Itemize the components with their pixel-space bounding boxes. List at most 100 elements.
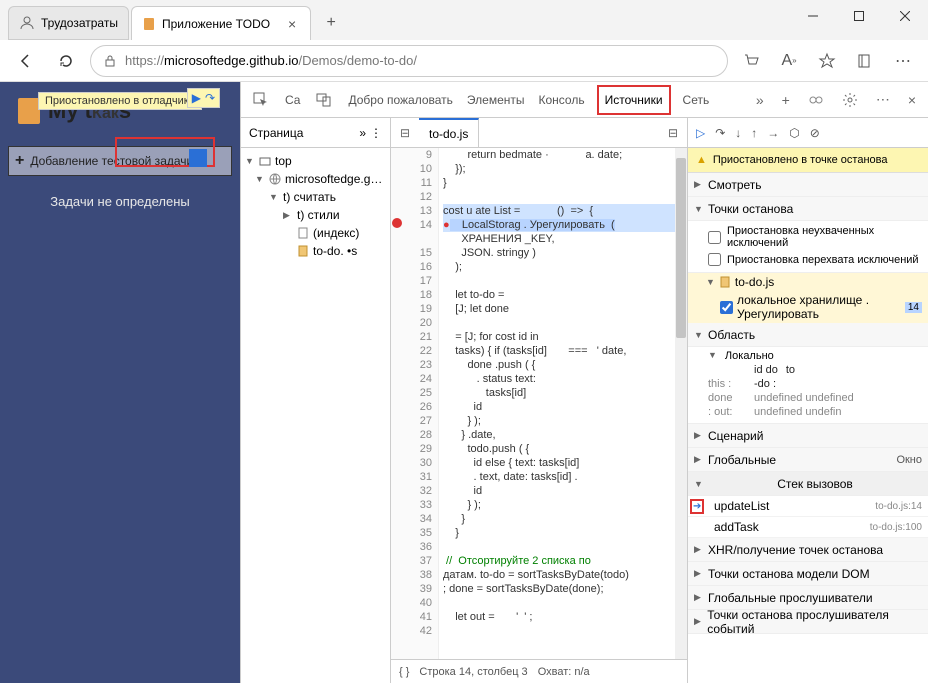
resume-button[interactable]: ▷ (696, 126, 705, 140)
section-scope[interactable]: ▼Область (688, 323, 928, 347)
section-watch[interactable]: ▶Смотреть (688, 173, 928, 197)
devtools-tabs: Са Добро пожаловать Элементы Консоль Ист… (241, 82, 928, 118)
pause-exceptions-icon[interactable]: ⊘ (810, 126, 820, 140)
clipboard-icon (18, 98, 40, 124)
inspect-icon[interactable] (249, 92, 273, 108)
submit-button[interactable] (189, 149, 207, 167)
collections-icon[interactable] (850, 46, 880, 76)
file-tree: ▼top ▼microsoftedge.g… ▼t) считать ▶t) с… (241, 148, 390, 264)
add-tab-icon[interactable]: + (778, 92, 794, 108)
add-task-input[interactable]: + Добавление тестовой задачи 1 (8, 146, 232, 176)
step-icon[interactable]: ↷ (205, 91, 215, 105)
breakpoint-gutter[interactable] (391, 148, 403, 659)
tab-welcome[interactable]: Добро пожаловать (346, 89, 454, 111)
bp-caught-row[interactable]: Приостановка перехвата исключений (708, 251, 922, 268)
minimize-button[interactable] (790, 0, 836, 32)
nav-right-icon[interactable]: ⊟ (659, 126, 687, 140)
issues-icon[interactable] (804, 92, 828, 108)
menu-button[interactable]: ⋯ (888, 46, 918, 76)
code-editor[interactable]: 9101112131415161718192021222324252627282… (391, 148, 687, 659)
tab-elements[interactable]: Элементы (465, 89, 527, 111)
section-script[interactable]: ▶Сценарий (688, 424, 928, 448)
new-tab-button[interactable]: + (317, 9, 345, 37)
section-event-bp[interactable]: ▶Точки останова прослушивателя событий (688, 610, 928, 634)
current-frame-icon: ➔ (690, 499, 704, 514)
warning-icon: ▲ (696, 154, 707, 166)
tree-top[interactable]: ▼top (241, 152, 390, 170)
device-icon[interactable] (312, 92, 336, 108)
chevron-right-icon[interactable]: » (359, 126, 366, 140)
close-button[interactable] (882, 0, 928, 32)
shopping-icon[interactable] (736, 46, 766, 76)
tab-label: Приложение TODO (162, 17, 270, 31)
url-text: https://microsoftedge.github.io/Demos/de… (125, 53, 715, 68)
page-preview: Приостановлено в отладчике ▶ ↷ My tКакs … (0, 82, 240, 683)
step-icon[interactable]: → (767, 126, 779, 140)
debugger-pane: ▷ ↷ ↓ ↑ → ⬡ ⊘ ▲ Приостановлено в точке о… (688, 118, 928, 683)
step-out-icon[interactable]: ↑ (751, 126, 757, 140)
favorite-icon[interactable] (812, 46, 842, 76)
tree-domain[interactable]: ▼microsoftedge.g… (241, 170, 390, 188)
window-controls (790, 0, 928, 32)
tab-sa[interactable]: Са (283, 89, 302, 111)
section-breakpoints[interactable]: ▼Точки останова (688, 197, 928, 221)
editor-tabs: ⊟ to-do.js ⊟ (391, 118, 687, 148)
debug-overlay-controls[interactable]: ▶ ↷ (187, 88, 220, 108)
tree-file-todo[interactable]: to-do. •s (241, 242, 390, 260)
tab-active[interactable]: Приложение TODO × (131, 6, 311, 40)
empty-state: Задачи не определены (0, 194, 240, 209)
paused-message: ▲ Приостановлено в точке останова (688, 148, 928, 173)
profile-icon (19, 15, 35, 31)
tree-folder-2[interactable]: ▶t) стили (241, 206, 390, 224)
tab-label: Трудозатраты (41, 16, 118, 30)
tree-index[interactable]: (индекс) (241, 224, 390, 242)
bp-hit-row[interactable]: локальное хранилище . Урегулировать14 (688, 291, 928, 323)
bp-file-row[interactable]: ▼to-do.js (688, 273, 928, 291)
add-task-label: Добавление тестовой задачи 1 (30, 154, 203, 168)
navigator-title: Страница (249, 126, 303, 140)
callstack-row-current[interactable]: ➔ updateList to-do.js:14 (688, 496, 928, 517)
plus-icon: + (15, 152, 24, 170)
settings-icon[interactable] (838, 92, 862, 108)
code-lines: return bedmate · a. date; }); } cost u a… (439, 148, 687, 659)
document-icon (142, 17, 156, 31)
editor-pane: ⊟ to-do.js ⊟ 910111213141516171819202122… (391, 118, 688, 683)
scope-local[interactable]: ▼Локально (708, 349, 922, 363)
section-xhr[interactable]: ▶XHR/получение точек останова (688, 538, 928, 562)
tab-console[interactable]: Консоль (537, 89, 587, 111)
deactivate-bp-icon[interactable]: ⬡ (789, 126, 799, 140)
nav-left-icon[interactable]: ⊟ (391, 126, 419, 140)
close-icon[interactable]: × (284, 16, 300, 32)
refresh-button[interactable] (50, 45, 82, 77)
scope-body: ▼Локально id doto this :-do : doneundefi… (688, 347, 928, 424)
file-tab-todo[interactable]: to-do.js (419, 118, 479, 147)
line-numbers: 9101112131415161718192021222324252627282… (403, 148, 439, 659)
reader-icon[interactable]: A» (774, 46, 804, 76)
devtools-close-icon[interactable]: × (904, 92, 920, 108)
back-button[interactable] (10, 45, 42, 77)
devtools-menu-icon[interactable]: ⋯ (872, 91, 894, 108)
navigator-pane: Страница » ⋮ ▼top ▼microsoftedge.g… ▼t) … (241, 118, 391, 683)
bp-uncaught-row[interactable]: Приостановка неухваченных исключений (708, 223, 922, 251)
tree-folder-1[interactable]: ▼t) считать (241, 188, 390, 206)
tab-sources[interactable]: Источники (597, 85, 671, 115)
maximize-button[interactable] (836, 0, 882, 32)
step-over-icon[interactable]: ↷ (715, 126, 725, 140)
resume-icon[interactable]: ▶ (192, 91, 201, 105)
address-bar: https://microsoftedge.github.io/Demos/de… (0, 40, 928, 82)
section-dom-bp[interactable]: ▶Точки останова модели DOM (688, 562, 928, 586)
navigator-header: Страница » ⋮ (241, 118, 390, 148)
more-tabs-icon[interactable]: » (752, 92, 768, 108)
step-into-icon[interactable]: ↓ (735, 126, 741, 140)
section-callstack[interactable]: ▼Стек вызовов (688, 472, 928, 496)
section-listeners[interactable]: ▶Глобальные прослушиватели (688, 586, 928, 610)
tab-background[interactable]: Трудозатраты (8, 6, 129, 40)
breakpoint-marker[interactable] (392, 218, 402, 228)
tab-network[interactable]: Сеть (681, 89, 712, 111)
section-global[interactable]: ▶ГлобальныеОкно (688, 448, 928, 472)
navigator-menu-icon[interactable]: ⋮ (370, 126, 382, 140)
content: Приостановлено в отладчике ▶ ↷ My tКакs … (0, 82, 928, 683)
editor-scrollbar[interactable] (675, 148, 687, 659)
callstack-row[interactable]: addTask to-do.js:100 (688, 517, 928, 538)
url-input[interactable]: https://microsoftedge.github.io/Demos/de… (90, 45, 728, 77)
